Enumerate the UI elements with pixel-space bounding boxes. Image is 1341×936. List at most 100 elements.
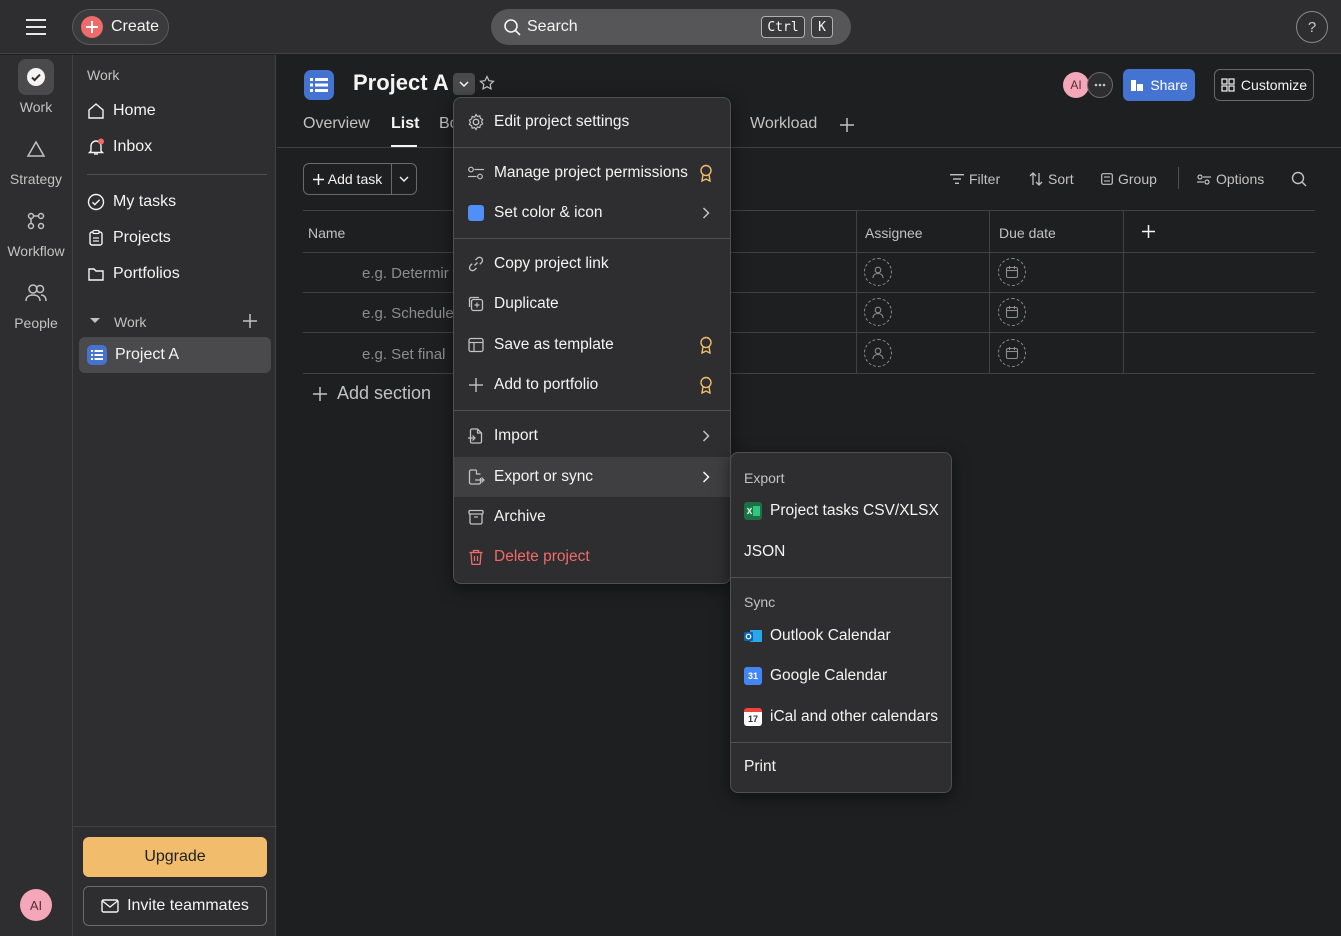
tabs-divider	[277, 147, 1341, 148]
rail-item-strategy[interactable]: Strategy	[0, 131, 72, 187]
submenu-item-print[interactable]: Print	[731, 747, 951, 787]
plus-icon	[313, 386, 327, 401]
filter-button[interactable]: Filter	[950, 171, 1000, 187]
tab-overview[interactable]: Overview	[303, 115, 370, 133]
menu-item-delete-project[interactable]: Delete project	[454, 537, 730, 577]
sidebar-item-project-a[interactable]: Project A	[79, 337, 271, 373]
ical-icon: 17	[744, 708, 762, 726]
task-row-name[interactable]: e.g. Determir	[362, 265, 449, 282]
export-icon	[466, 467, 486, 487]
customize-button[interactable]: Customize	[1214, 69, 1314, 101]
user-avatar[interactable]: AI	[20, 889, 52, 921]
shortcut-ctrl-key: Ctrl	[761, 16, 805, 38]
submenu-item-google-calendar[interactable]: 31 Google Calendar	[731, 656, 951, 696]
rail-item-people[interactable]: People	[0, 275, 72, 331]
premium-badge-icon	[696, 335, 716, 355]
submenu-item-outlook[interactable]: Outlook Calendar	[731, 616, 951, 656]
add-task-button[interactable]: Add task	[304, 164, 392, 194]
left-rail: Work Strategy Workflow People AI	[0, 55, 72, 936]
assignee-placeholder-icon[interactable]	[864, 298, 892, 326]
submenu-item-csv-xlsx[interactable]: Project tasks CSV/XLSX	[731, 491, 951, 531]
sidebar-item-portfolios[interactable]: Portfolios	[79, 256, 271, 292]
upgrade-button[interactable]: Upgrade	[83, 837, 267, 877]
menu-item-label: Add to portfolio	[494, 376, 599, 393]
shortcut-k-key: K	[811, 16, 833, 38]
page-title: Project A	[353, 70, 449, 95]
search-icon[interactable]	[1291, 171, 1307, 187]
rail-label-strategy: Strategy	[9, 171, 63, 187]
add-column-plus-icon[interactable]	[1142, 225, 1155, 238]
submenu-item-json[interactable]: JSON	[731, 532, 951, 572]
star-icon[interactable]	[479, 75, 495, 91]
sidebar-item-label: Project A	[115, 346, 180, 363]
menu-item-save-as-template[interactable]: Save as template	[454, 325, 730, 365]
column-header-assignee[interactable]: Assignee	[865, 225, 923, 241]
assignee-placeholder-icon[interactable]	[864, 258, 892, 286]
rail-item-workflow[interactable]: Workflow	[0, 203, 72, 259]
menu-item-import[interactable]: Import	[454, 416, 730, 456]
add-task-dropdown[interactable]	[392, 164, 416, 194]
sidebar-item-home[interactable]: Home	[79, 93, 271, 129]
search-icon	[503, 18, 521, 36]
calendar-placeholder-icon[interactable]	[998, 339, 1026, 367]
share-button[interactable]: Share	[1123, 69, 1195, 101]
group-button[interactable]: Group	[1101, 171, 1157, 187]
tab-workload[interactable]: Workload	[750, 115, 817, 133]
import-icon	[466, 426, 486, 446]
invite-teammates-button[interactable]: Invite teammates	[83, 886, 267, 926]
project-list-icon[interactable]	[304, 70, 334, 100]
folder-icon	[87, 265, 105, 283]
mail-icon	[101, 899, 119, 913]
menu-item-add-to-portfolio[interactable]: Add to portfolio	[454, 365, 730, 405]
add-project-plus-icon[interactable]	[243, 314, 257, 328]
task-row-name[interactable]: e.g. Schedule	[362, 305, 454, 322]
add-task-split-button: Add task	[303, 163, 417, 195]
column-header-name[interactable]: Name	[308, 225, 345, 241]
menu-item-export-or-sync[interactable]: Export or sync	[454, 457, 730, 497]
project-options-dropdown[interactable]	[453, 73, 475, 95]
submenu-divider	[731, 742, 951, 743]
tab-list[interactable]: List	[391, 115, 419, 133]
menu-item-archive[interactable]: Archive	[454, 497, 730, 537]
options-button[interactable]: Options	[1197, 171, 1264, 187]
submenu-item-label: Print	[744, 758, 776, 775]
rail-item-work[interactable]: Work	[0, 59, 72, 115]
submenu-item-label: Google Calendar	[770, 667, 888, 684]
clipboard-icon	[87, 229, 105, 247]
group-label: Group	[1118, 171, 1157, 187]
sidebar-item-label: Projects	[113, 229, 171, 246]
column-border	[989, 210, 990, 373]
submenu-divider	[731, 577, 951, 578]
submenu-item-label: Outlook Calendar	[770, 627, 891, 644]
search-input[interactable]: Search Ctrl K	[491, 9, 851, 45]
chevron-right-icon	[696, 426, 716, 446]
sort-button[interactable]: Sort	[1029, 171, 1074, 187]
assignee-placeholder-icon[interactable]	[864, 339, 892, 367]
menu-item-manage-permissions[interactable]: Manage project permissions	[454, 153, 730, 193]
submenu-item-ical[interactable]: 17 iCal and other calendars	[731, 697, 951, 737]
options-icon	[1197, 174, 1211, 185]
rail-label-workflow: Workflow	[7, 243, 65, 259]
menu-item-duplicate[interactable]: Duplicate	[454, 284, 730, 324]
menu-item-copy-project-link[interactable]: Copy project link	[454, 244, 730, 284]
sidebar-item-projects[interactable]: Projects	[79, 220, 271, 256]
create-button[interactable]: Create	[72, 9, 169, 45]
calendar-placeholder-icon[interactable]	[998, 298, 1026, 326]
sidebar-item-label: Home	[113, 102, 156, 119]
sidebar-item-inbox[interactable]: Inbox	[79, 129, 271, 165]
column-header-due-date[interactable]: Due date	[999, 225, 1056, 241]
add-tab-plus-icon[interactable]	[840, 118, 854, 132]
member-avatar[interactable]: AI	[1063, 72, 1089, 98]
hamburger-menu-icon[interactable]	[22, 14, 50, 40]
menu-item-set-color-icon[interactable]: Set color & icon	[454, 193, 730, 233]
collapse-caret-icon[interactable]	[89, 317, 101, 325]
task-row-name[interactable]: e.g. Set final	[362, 346, 445, 363]
calendar-placeholder-icon[interactable]	[998, 258, 1026, 286]
add-section-button[interactable]: Add section	[313, 383, 431, 404]
team-label: Work	[114, 314, 147, 330]
more-members-icon[interactable]	[1087, 72, 1113, 98]
sidebar-item-my-tasks[interactable]: My tasks	[79, 184, 271, 220]
menu-item-label: Export or sync	[494, 468, 594, 485]
help-button[interactable]: ?	[1296, 11, 1328, 43]
menu-item-edit-project-settings[interactable]: Edit project settings	[454, 102, 730, 142]
